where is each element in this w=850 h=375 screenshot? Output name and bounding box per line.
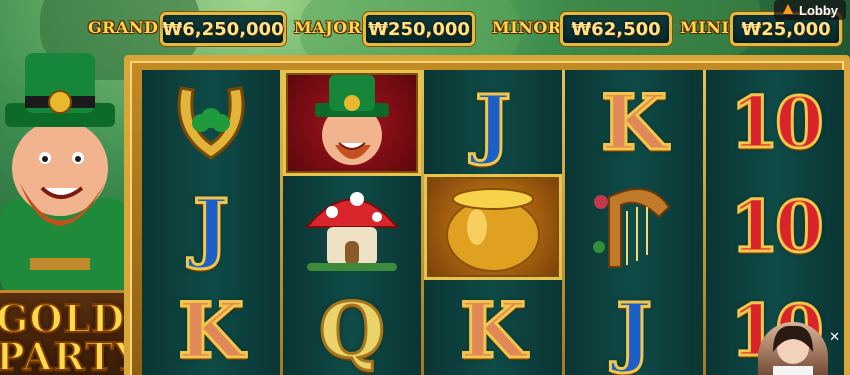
jackpot-mini-label: MINI <box>680 18 730 37</box>
jackpot-bar: GRAND ₩6,250,000 MAJOR ₩250,000 MINOR ₩6… <box>0 8 850 50</box>
reel-5-symbol-10: 10 <box>729 185 825 268</box>
lobby-label: Lobby <box>799 2 838 18</box>
reel-4-symbol-j: J <box>615 286 654 375</box>
reel-3-symbol-k: K <box>458 286 527 375</box>
jackpot-grand-label: GRAND <box>88 18 159 37</box>
lobby-icon <box>782 3 794 18</box>
reel-1-symbol-k: K <box>176 286 245 375</box>
leprechaun-mascot <box>0 48 140 298</box>
reel-1-symbol-j: J <box>192 182 231 271</box>
reel-4-symbol-k: K <box>599 78 668 167</box>
jackpot-major-label: MAJOR <box>294 18 362 37</box>
lobby-button[interactable]: Lobby <box>774 0 846 20</box>
reel-4-harp-symbol <box>565 174 703 280</box>
reel-2-symbol-q: Q <box>317 286 386 375</box>
game-logo-line2: PARTY <box>0 333 143 375</box>
jackpot-grand-value: ₩6,250,000 <box>160 12 286 46</box>
jackpot-minor-value: ₩62,500 <box>560 12 672 46</box>
reel-3-pot-of-gold-symbol <box>424 174 562 280</box>
reel-5-symbol-10: 10 <box>729 81 825 164</box>
reel-1-horseshoe-symbol <box>142 70 280 176</box>
reel-3-symbol-j: J <box>474 78 513 167</box>
jackpot-minor-label: MINOR <box>492 18 562 37</box>
close-icon[interactable]: ✕ <box>829 330 840 345</box>
reel-2-leprechaun-symbol <box>283 70 421 176</box>
reel-2-mushroom-house-symbol <box>283 174 421 280</box>
jackpot-major-value: ₩250,000 <box>363 12 475 46</box>
reel-grid: J K Q J K K J 10 10 <box>142 70 844 375</box>
